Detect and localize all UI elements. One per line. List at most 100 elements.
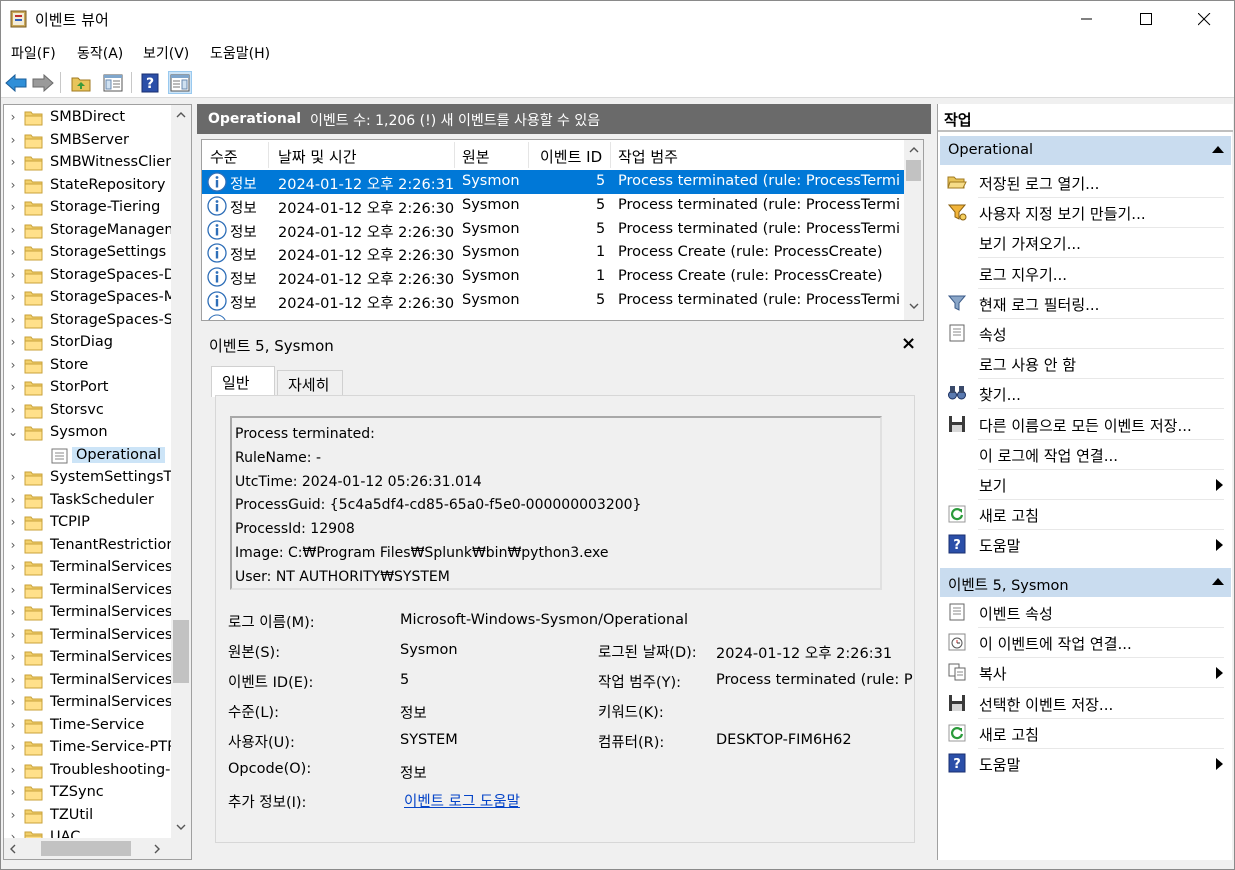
menu-action[interactable]: 동작(A): [77, 43, 123, 63]
collapsed-chevron-icon[interactable]: ›: [8, 155, 18, 169]
collapsed-chevron-icon[interactable]: ›: [8, 538, 18, 552]
tree-item[interactable]: › TZUtil: [4, 805, 172, 827]
tree-item[interactable]: › Time-Service: [4, 715, 172, 737]
expanded-chevron-icon[interactable]: ⌄: [8, 425, 18, 439]
action-item[interactable]: 보기 가져오기...: [940, 227, 1229, 257]
tree-item-log[interactable]: Operational: [4, 445, 172, 467]
tree-scroll-thumb[interactable]: [173, 620, 189, 683]
section-operational-header[interactable]: Operational: [940, 136, 1231, 165]
close-window-button[interactable]: [1175, 1, 1233, 37]
tree-item[interactable]: › SMBServer: [4, 130, 172, 152]
collapsed-chevron-icon[interactable]: ›: [8, 673, 18, 687]
tree-item[interactable]: › Storage-Tiering: [4, 197, 172, 219]
tree-horizontal-scrollbar[interactable]: [4, 838, 191, 859]
scroll-up-icon[interactable]: [909, 146, 919, 153]
tree-item[interactable]: › SMBWitnessClient: [4, 152, 180, 174]
tree-item[interactable]: › StorageSettings: [4, 242, 172, 264]
event-list-scroll-thumb[interactable]: [906, 160, 921, 181]
collapsed-chevron-icon[interactable]: ›: [8, 358, 18, 372]
tree-item[interactable]: › TaskScheduler: [4, 490, 172, 512]
event-row[interactable]: 정보 2024-01-12 오후 2:26:30 Sysmon 5 Process te…: [202, 218, 904, 242]
forward-button[interactable]: [31, 71, 55, 94]
tree-item[interactable]: › StorDiag: [4, 332, 172, 354]
tree-item[interactable]: › StorageSpaces-Spa: [4, 310, 191, 332]
tree-item[interactable]: › TerminalServices-F: [4, 670, 186, 692]
collapsed-chevron-icon[interactable]: ›: [8, 560, 18, 574]
tab-details[interactable]: 자세히: [277, 370, 343, 396]
menu-file[interactable]: 파일(F): [11, 43, 56, 63]
column-divider[interactable]: [528, 142, 529, 168]
action-item[interactable]: 새로 고침: [940, 718, 1229, 748]
tree-item[interactable]: › Storsvc: [4, 400, 172, 422]
tree-item[interactable]: › StorPort: [4, 377, 172, 399]
event-row[interactable]: 정보 2024-01-12 오후 2:26:30 Sysmon 5 Process te…: [202, 194, 904, 218]
collapsed-chevron-icon[interactable]: ›: [8, 718, 18, 732]
tree-item[interactable]: › TerminalServices-S: [4, 692, 187, 714]
action-item[interactable]: 이 이벤트에 작업 연결...: [940, 627, 1229, 657]
collapsed-chevron-icon[interactable]: ›: [8, 133, 18, 147]
tree-item[interactable]: › Time-Service-PTP-: [4, 737, 181, 759]
collapsed-chevron-icon[interactable]: ›: [8, 695, 18, 709]
close-detail-button[interactable]: ×: [901, 333, 916, 354]
collapsed-chevron-icon[interactable]: ›: [8, 628, 18, 642]
tree-hscroll-thumb[interactable]: [41, 841, 131, 856]
action-item[interactable]: 사용자 지정 보기 만들기...: [940, 197, 1229, 227]
action-item[interactable]: 찾기...: [940, 378, 1229, 408]
collapsed-chevron-icon[interactable]: ›: [8, 740, 18, 754]
column-source[interactable]: 원본: [462, 146, 490, 167]
action-item[interactable]: 보기: [940, 469, 1229, 499]
scroll-up-icon[interactable]: [176, 111, 186, 118]
tree-item[interactable]: › SMBDirect: [4, 107, 172, 129]
column-task-category[interactable]: 작업 범주: [618, 146, 678, 167]
collapsed-chevron-icon[interactable]: ›: [8, 380, 18, 394]
event-row[interactable]: 정보 2024-01-12 오후 2:26:30 Sysmon 5 Process te…: [202, 289, 904, 313]
tree-item[interactable]: › TCPIP: [4, 512, 172, 534]
collapsed-chevron-icon[interactable]: ›: [8, 650, 18, 664]
tree-vertical-scrollbar[interactable]: [171, 105, 191, 838]
tree-item[interactable]: › StorageSpaces-Ma: [4, 287, 185, 309]
collapsed-chevron-icon[interactable]: ›: [8, 268, 18, 282]
collapsed-chevron-icon[interactable]: ›: [8, 223, 18, 237]
show-hide-console-tree-button[interactable]: [101, 71, 125, 94]
action-item[interactable]: 복사: [940, 657, 1229, 687]
action-item[interactable]: 속성: [940, 318, 1229, 348]
column-event-id[interactable]: 이벤트 ID: [540, 146, 602, 167]
event-row[interactable]: 정보 2024-01-12 오후 2:26:31 Sysmon 5 Process te…: [202, 170, 904, 194]
event-list-scrollbar[interactable]: [904, 140, 923, 320]
collapsed-chevron-icon[interactable]: ›: [8, 605, 18, 619]
column-level[interactable]: 수준: [210, 146, 238, 167]
collapsed-chevron-icon[interactable]: ›: [8, 335, 18, 349]
event-message-box[interactable]: Process terminated: RuleName: - UtcTime:…: [230, 416, 882, 590]
action-item[interactable]: 이 로그에 작업 연결...: [940, 439, 1229, 469]
tree-item[interactable]: › TerminalServices-L: [4, 602, 186, 624]
collapsed-chevron-icon[interactable]: ›: [8, 245, 18, 259]
collapsed-chevron-icon[interactable]: ›: [8, 493, 18, 507]
action-item[interactable]: 이벤트 속성: [940, 597, 1229, 627]
tree-item[interactable]: › Store: [4, 355, 172, 377]
collapsed-chevron-icon[interactable]: ›: [8, 785, 18, 799]
section-event-header[interactable]: 이벤트 5, Sysmon: [940, 568, 1231, 597]
event-row[interactable]: 정보 2024-01-12 오후 2:26:30 Sysmon 1 Process Cr…: [202, 265, 904, 289]
collapsed-chevron-icon[interactable]: ›: [8, 290, 18, 304]
collapsed-chevron-icon[interactable]: ›: [8, 110, 18, 124]
tree-item[interactable]: › TerminalServices-F: [4, 625, 186, 647]
show-hide-action-pane-button[interactable]: [168, 71, 192, 94]
collapse-arrow-icon[interactable]: [1212, 578, 1224, 585]
back-button[interactable]: [4, 71, 28, 94]
tree-item[interactable]: › TerminalServices-C: [4, 557, 188, 579]
column-divider[interactable]: [454, 142, 455, 168]
scroll-right-icon[interactable]: [154, 844, 161, 854]
collapsed-chevron-icon[interactable]: ›: [8, 200, 18, 214]
minimize-button[interactable]: [1058, 1, 1116, 37]
maximize-button[interactable]: [1117, 1, 1175, 37]
action-item[interactable]: ? 도움말: [940, 748, 1229, 778]
scroll-left-icon[interactable]: [9, 844, 16, 854]
menu-help[interactable]: 도움말(H): [210, 43, 270, 63]
collapsed-chevron-icon[interactable]: ›: [8, 403, 18, 417]
collapsed-chevron-icon[interactable]: ›: [8, 313, 18, 327]
up-folder-button[interactable]: [69, 71, 93, 94]
collapse-arrow-icon[interactable]: [1212, 146, 1224, 153]
tree-item[interactable]: › TerminalServices-F: [4, 647, 186, 669]
event-log-help-link[interactable]: 이벤트 로그 도움말: [404, 790, 520, 811]
tree-item[interactable]: › TerminalServices-C: [4, 580, 188, 602]
